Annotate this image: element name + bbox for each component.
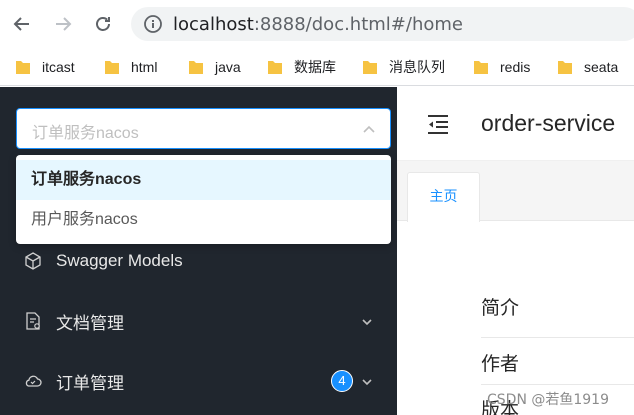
- row-divider: [481, 384, 634, 385]
- folder-icon: [105, 59, 119, 75]
- menu-label: 文档管理: [56, 313, 124, 333]
- reload-icon: [96, 17, 110, 31]
- bookmark-seata[interactable]: seata: [558, 57, 618, 77]
- browser-toolbar: localhost:8888/doc.html#/home: [0, 0, 634, 48]
- bookmark-label: 消息队列: [389, 59, 445, 75]
- service-select-value: 订单服务nacos: [32, 125, 139, 142]
- sidebar: 订单服务nacos Swagger Models 文档管理 订单管理 4: [0, 87, 397, 415]
- bookmark-message-queue[interactable]: 消息队列: [363, 57, 445, 77]
- bookmarks-bar: itcast html java 数据库 消息队列 redis seata: [0, 48, 634, 86]
- cube-icon: [24, 252, 42, 270]
- menu-label: 订单管理: [56, 373, 124, 393]
- bookmark-itcast[interactable]: itcast: [16, 57, 75, 77]
- forward-button[interactable]: [47, 8, 79, 40]
- watermark: CSDN @若鱼1919: [487, 392, 609, 408]
- menu-label: Swagger Models: [56, 251, 183, 270]
- menu-item-order-management[interactable]: 订单管理 4: [0, 357, 397, 405]
- url-path: :8888/doc.html#/home: [253, 14, 463, 35]
- back-button[interactable]: [6, 8, 38, 40]
- info-icon[interactable]: [143, 14, 163, 34]
- info-label-author: 作者: [481, 354, 520, 375]
- address-bar[interactable]: localhost:8888/doc.html#/home: [131, 7, 634, 41]
- page-title: order-service: [481, 110, 616, 136]
- bookmark-label: itcast: [42, 59, 75, 75]
- tab-bar: 主页: [397, 161, 634, 222]
- folder-icon: [558, 59, 572, 75]
- chevron-down-icon: [361, 315, 373, 327]
- chevron-down-icon: [361, 375, 373, 387]
- url-host: localhost: [173, 14, 254, 35]
- info-label-intro: 简介: [481, 298, 520, 319]
- bookmark-label: html: [131, 59, 158, 75]
- menu-item-swagger-models[interactable]: Swagger Models: [0, 237, 397, 285]
- bookmark-label: redis: [500, 59, 531, 75]
- bookmark-label: 数据库: [294, 59, 336, 75]
- arrow-left-icon: [13, 17, 29, 31]
- bookmark-html[interactable]: html: [105, 57, 157, 77]
- folder-icon: [474, 59, 488, 75]
- reload-button[interactable]: [87, 8, 119, 40]
- menu-item-doc-management[interactable]: 文档管理: [0, 297, 397, 345]
- service-dropdown: 订单服务nacos 用户服务nacos: [16, 155, 391, 244]
- folder-icon: [363, 59, 377, 75]
- bookmark-database[interactable]: 数据库: [268, 57, 336, 77]
- service-select[interactable]: 订单服务nacos: [16, 108, 391, 149]
- header: order-service: [397, 87, 634, 161]
- main-content: order-service 主页 简介 作者 版本: [397, 87, 634, 415]
- bookmark-label: java: [215, 59, 241, 75]
- bookmark-java[interactable]: java: [189, 57, 241, 77]
- dropdown-option-order-service[interactable]: 订单服务nacos: [16, 160, 391, 200]
- folder-icon: [16, 59, 30, 75]
- cloud-icon: [24, 372, 42, 390]
- dropdown-option-user-service[interactable]: 用户服务nacos: [16, 200, 391, 240]
- folder-icon: [189, 59, 203, 75]
- tab-home[interactable]: 主页: [407, 172, 480, 222]
- chevron-up-icon: [362, 122, 376, 136]
- bookmark-redis[interactable]: redis: [474, 57, 530, 77]
- menu-fold-icon[interactable]: [426, 112, 450, 136]
- count-badge: 4: [331, 370, 353, 392]
- bookmark-label: seata: [584, 59, 619, 75]
- url-text[interactable]: localhost:8888/doc.html#/home: [173, 14, 463, 35]
- document-settings-icon: [24, 312, 42, 330]
- arrow-right-icon: [56, 17, 72, 31]
- folder-icon: [268, 59, 282, 75]
- row-divider: [481, 337, 634, 338]
